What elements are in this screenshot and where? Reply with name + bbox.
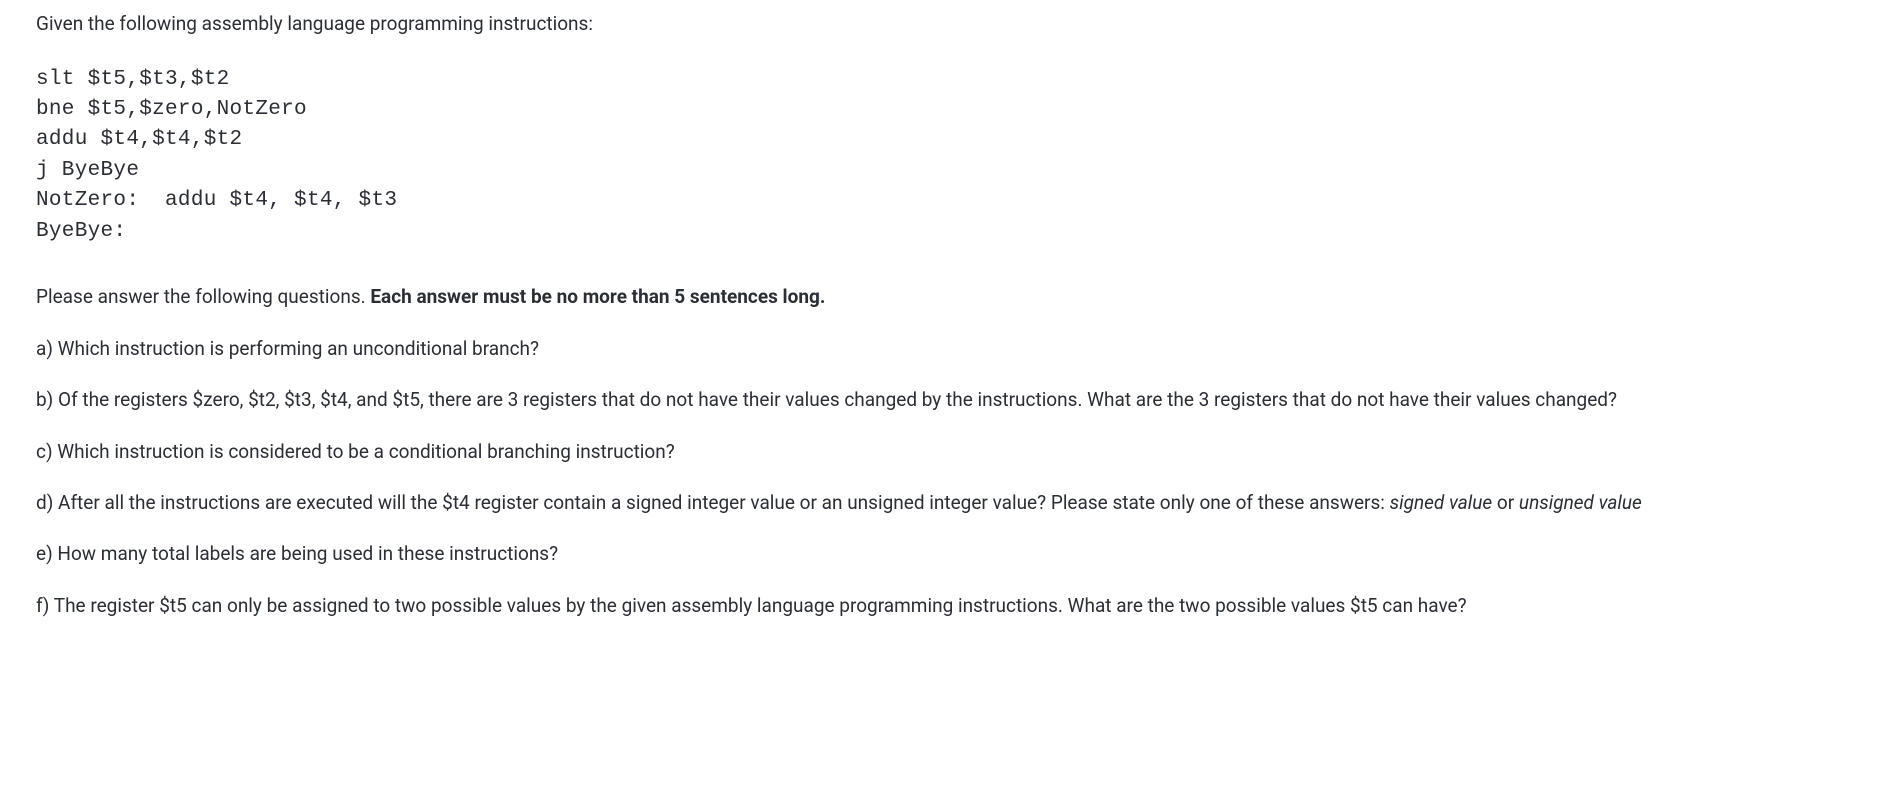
question-d-mid: or <box>1492 491 1519 514</box>
question-e: e) How many total labels are being used … <box>36 539 1852 568</box>
instructions-bold: Each answer must be no more than 5 sente… <box>370 285 825 308</box>
instructions-prefix: Please answer the following questions. <box>36 285 370 308</box>
code-block: slt $t5,$t3,$t2 bne $t5,$zero,NotZero ad… <box>36 65 1852 248</box>
instructions-line: Please answer the following questions. E… <box>36 283 1852 312</box>
question-d-prefix: d) After all the instructions are execut… <box>36 491 1390 514</box>
question-d-italic1: signed value <box>1390 491 1493 514</box>
question-c: c) Which instruction is considered to be… <box>36 437 1852 466</box>
question-f: f) The register $t5 can only be assigned… <box>36 591 1852 620</box>
question-d-italic2: unsigned value <box>1519 491 1642 514</box>
question-d: d) After all the instructions are execut… <box>36 488 1852 517</box>
intro-text: Given the following assembly language pr… <box>36 10 1852 39</box>
question-b: b) Of the registers $zero, $t2, $t3, $t4… <box>36 385 1852 414</box>
question-a: a) Which instruction is performing an un… <box>36 334 1852 363</box>
